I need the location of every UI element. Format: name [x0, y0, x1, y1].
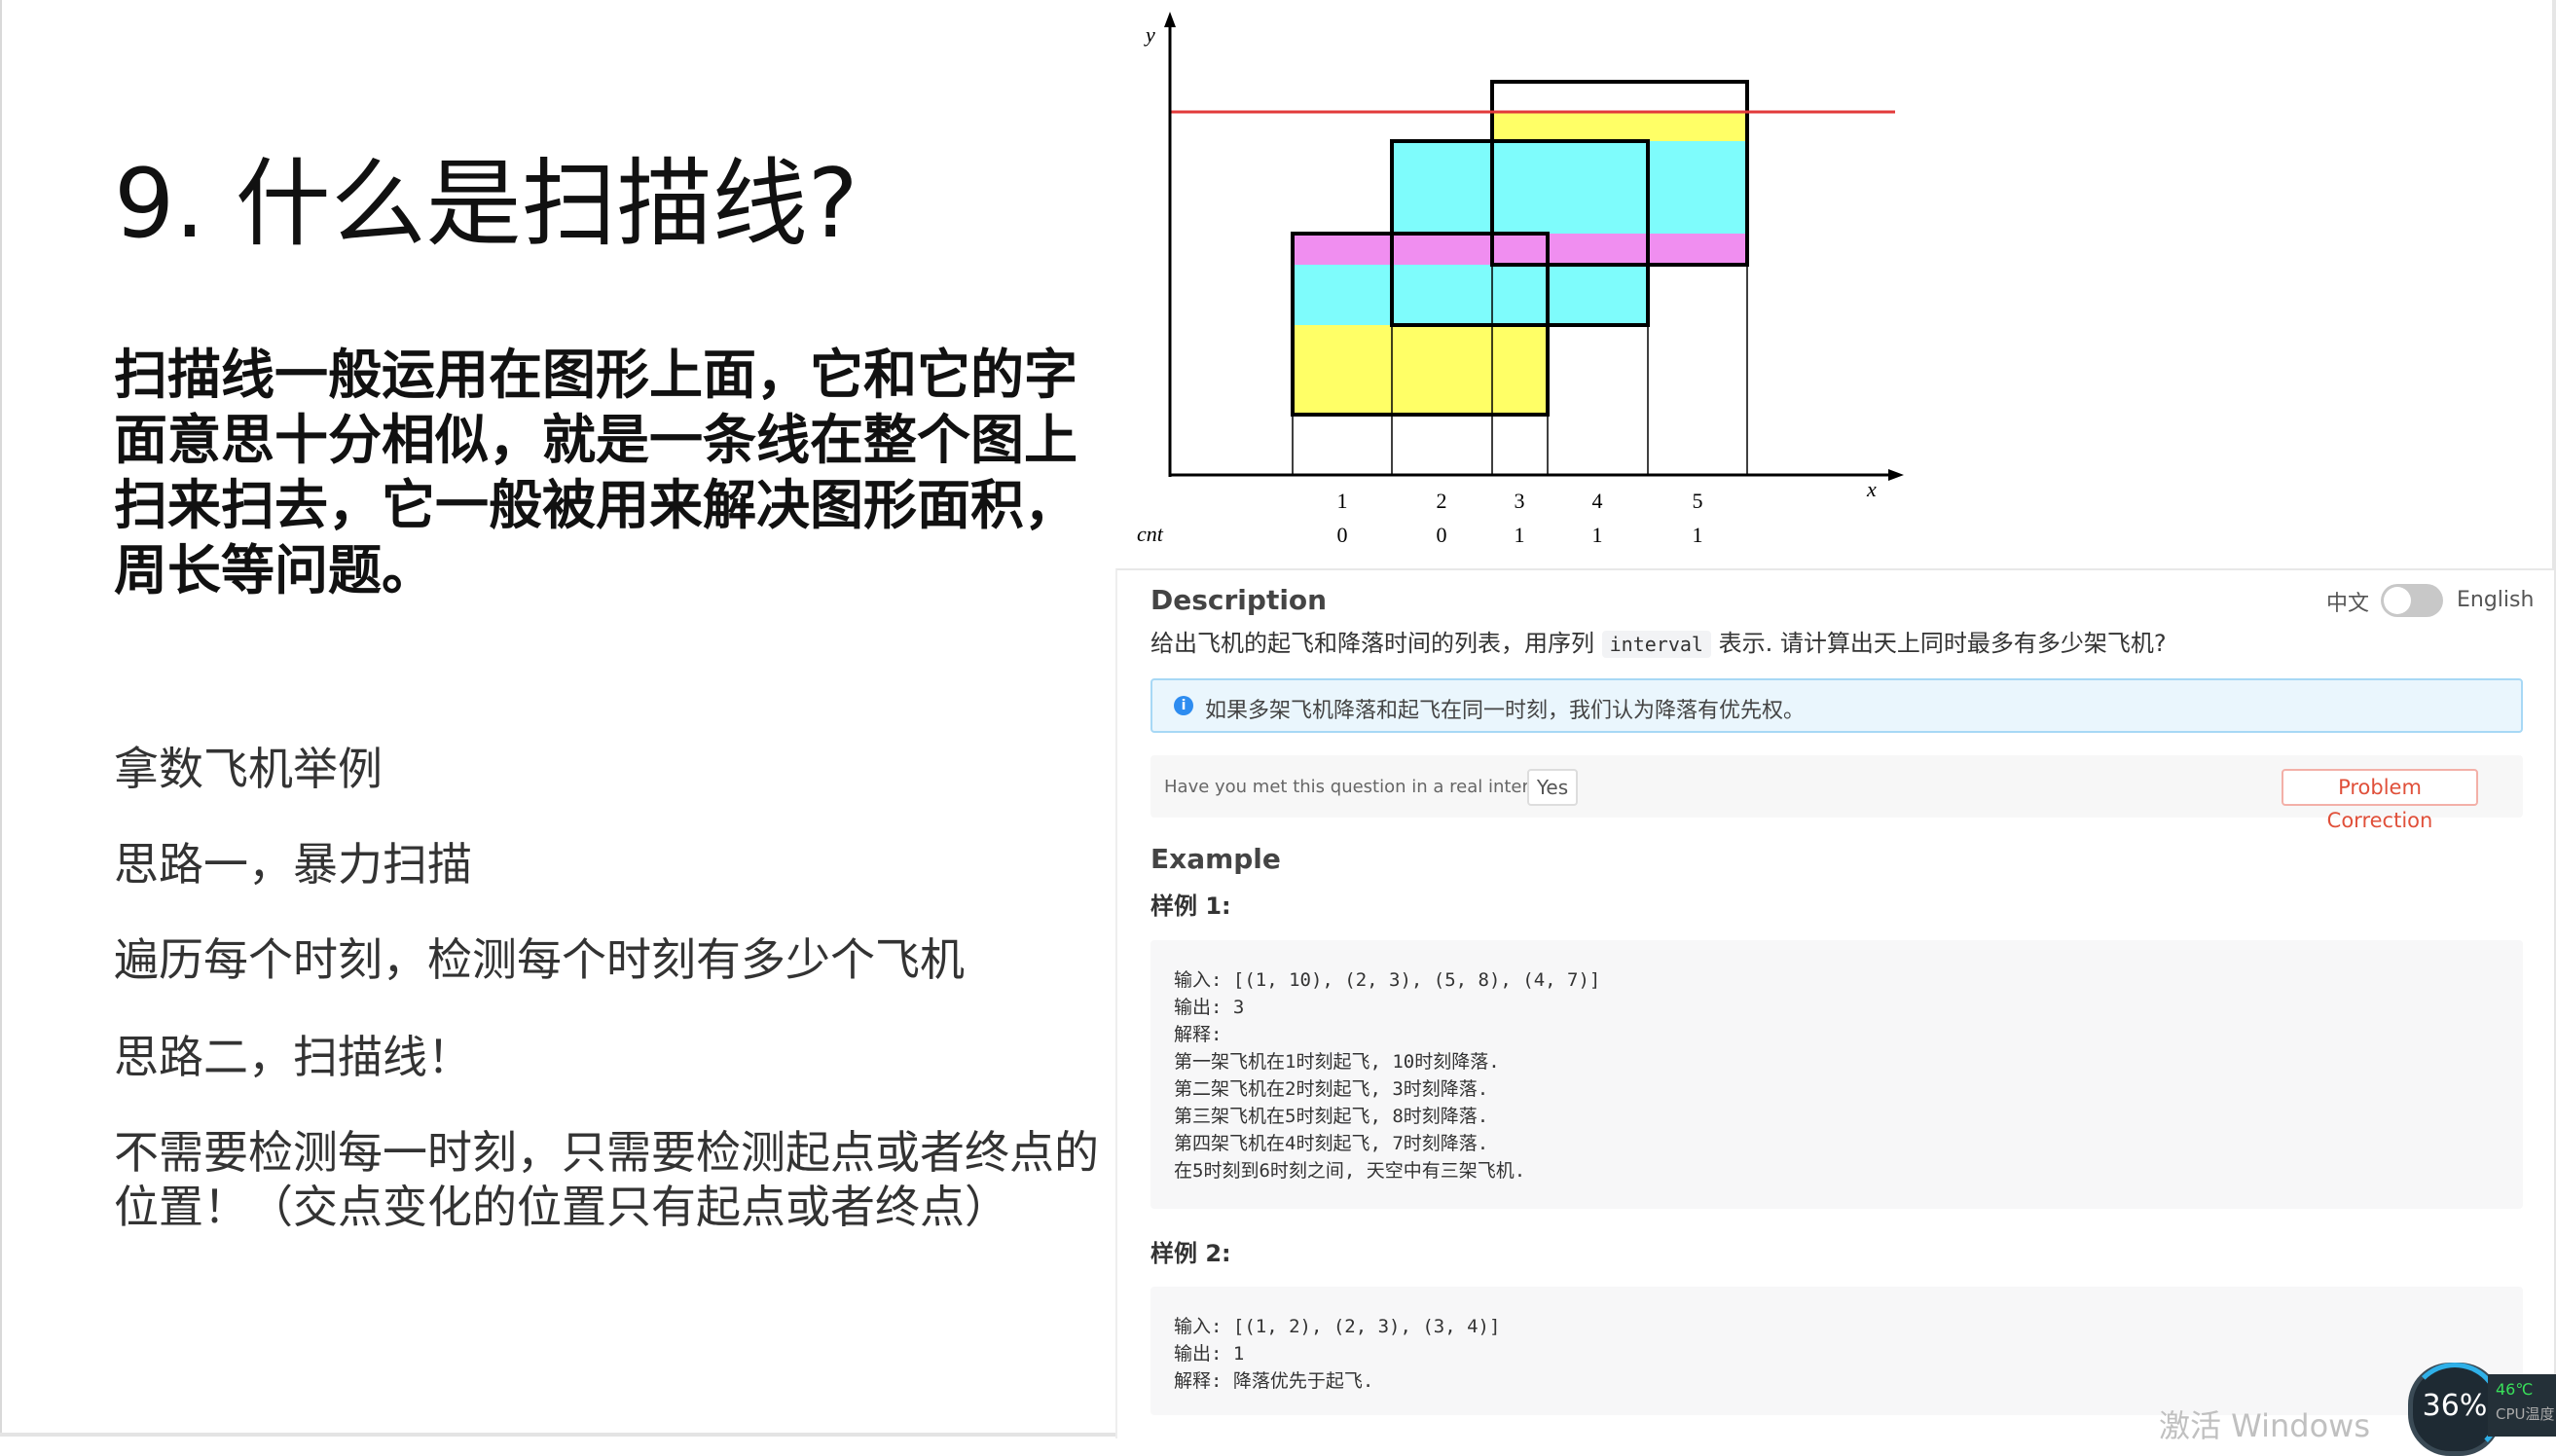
interview-question: Have you met this question in a real int…: [1164, 777, 1579, 797]
code-line: 输出: 1: [1174, 1343, 1245, 1365]
cnt-value-3: 1: [1515, 523, 1525, 547]
code-line: 第四架飞机在4时刻起飞, 7时刻降落.: [1174, 1133, 1489, 1154]
bullet-approach-one: 思路一，暴力扫描: [114, 838, 472, 891]
sample-1-code: 输入: [(1, 10), (2, 3), (5, 8), (4, 7)] 输出…: [1150, 940, 2523, 1209]
lang-zh-label[interactable]: 中文: [2326, 586, 2369, 617]
desc-text-before: 给出飞机的起飞和降落时间的列表，用序列: [1150, 630, 1602, 657]
info-icon: i: [1174, 696, 1193, 715]
y-axis-label: y: [1144, 22, 1155, 47]
x-tick-1: 1: [1337, 489, 1348, 513]
x-tick-3: 3: [1515, 489, 1525, 513]
code-line: 解释: 降落优先于起飞.: [1174, 1370, 1374, 1392]
slide-left-border: [0, 0, 2, 1437]
description-heading: Description: [1150, 584, 1328, 616]
code-line: 第三架飞机在5时刻起飞, 8时刻降落.: [1174, 1106, 1489, 1127]
cpu-temp-widget: 46℃ CPU温度: [2488, 1374, 2556, 1437]
fill-cyan-top: [1392, 141, 1747, 234]
problem-correction-button[interactable]: Problem Correction: [2282, 769, 2478, 832]
desc-text-after: 表示. 请计算出天上同时最多有多少架飞机?: [1710, 630, 2167, 657]
scanline-diagram: y x cnt 1 2 3 4 5 0 0 1 1 1: [1137, 12, 1904, 547]
y-axis-arrow: [1164, 12, 1176, 27]
lang-en-label[interactable]: English: [2457, 588, 2534, 612]
cnt-label: cnt: [1137, 522, 1164, 546]
code-line: 解释:: [1174, 1024, 1223, 1045]
sample-1-label: 样例 1:: [1150, 892, 1231, 920]
windows-activation-watermark: 激活 Windows: [2159, 1407, 2371, 1444]
info-note-text: 如果多架飞机降落和起飞在同一时刻，我们认为降落有优先权。: [1205, 699, 1806, 723]
slide-intro: 扫描线一般运用在图形上面，它和它的字面意思十分相似，就是一条线在整个图上扫来扫去…: [114, 344, 1078, 601]
cnt-value-1: 0: [1337, 523, 1348, 547]
problem-description: 给出飞机的起飞和降落时间的列表，用序列 interval 表示. 请计算出天上同…: [1150, 624, 2167, 658]
cnt-value-4: 1: [1592, 523, 1603, 547]
fill-magenta-band: [1293, 234, 1747, 265]
bullet-scanline-idea: 不需要检测每一时刻，只需要检测起点或者终点的位置！（交点变化的位置只有起点或者终…: [114, 1126, 1099, 1233]
desc-code-interval: interval: [1601, 631, 1711, 658]
language-toggle[interactable]: [2381, 584, 2443, 617]
slide-title: 9. 什么是扫描线?: [114, 149, 858, 260]
toggle-knob: [2384, 587, 2411, 614]
x-tick-5: 5: [1693, 489, 1703, 513]
sample-2-code: 输入: [(1, 2), (2, 3), (3, 4)] 输出: 1 解释: 降…: [1150, 1287, 2523, 1415]
x-axis-label: x: [1866, 477, 1877, 501]
cpu-temp-label: CPU温度: [2496, 1405, 2555, 1423]
code-line: 第一架飞机在1时刻起飞, 10时刻降落.: [1174, 1051, 1500, 1073]
sample-2-label: 样例 2:: [1150, 1240, 1231, 1267]
cpu-percent: 36%: [2422, 1389, 2488, 1423]
x-tick-2: 2: [1437, 489, 1447, 513]
fill-cyan-mid: [1293, 265, 1648, 325]
cnt-value-5: 1: [1693, 523, 1703, 547]
code-line: 输入: [(1, 10), (2, 3), (5, 8), (4, 7)]: [1174, 969, 1601, 991]
x-tick-4: 4: [1592, 489, 1603, 513]
fill-yellow-top: [1492, 112, 1747, 141]
code-line: 输出: 3: [1174, 997, 1245, 1018]
code-line: 在5时刻到6时刻之间, 天空中有三架飞机.: [1174, 1160, 1526, 1182]
interview-feedback-bar: Have you met this question in a real int…: [1150, 755, 2523, 832]
yes-button[interactable]: Yes: [1527, 769, 1578, 806]
cpu-temp-value: 46℃: [2496, 1380, 2534, 1399]
bullet-approach-two: 思路二，扫描线！: [114, 1031, 472, 1083]
code-line: 输入: [(1, 2), (2, 3), (3, 4)]: [1174, 1316, 1501, 1337]
bullet-brute-force: 遍历每个时刻，检测每个时刻有多少个飞机: [114, 933, 965, 986]
example-heading: Example: [1150, 843, 1281, 875]
code-line: 第二架飞机在2时刻起飞, 3时刻降落.: [1174, 1078, 1489, 1100]
bullet-example: 拿数飞机举例: [114, 743, 383, 795]
fill-yellow-bottom: [1293, 325, 1548, 415]
info-note: i 如果多架飞机降落和起飞在同一时刻，我们认为降落有优先权。: [1150, 678, 2523, 733]
cnt-value-2: 0: [1437, 523, 1447, 547]
x-axis-arrow: [1888, 469, 1904, 481]
